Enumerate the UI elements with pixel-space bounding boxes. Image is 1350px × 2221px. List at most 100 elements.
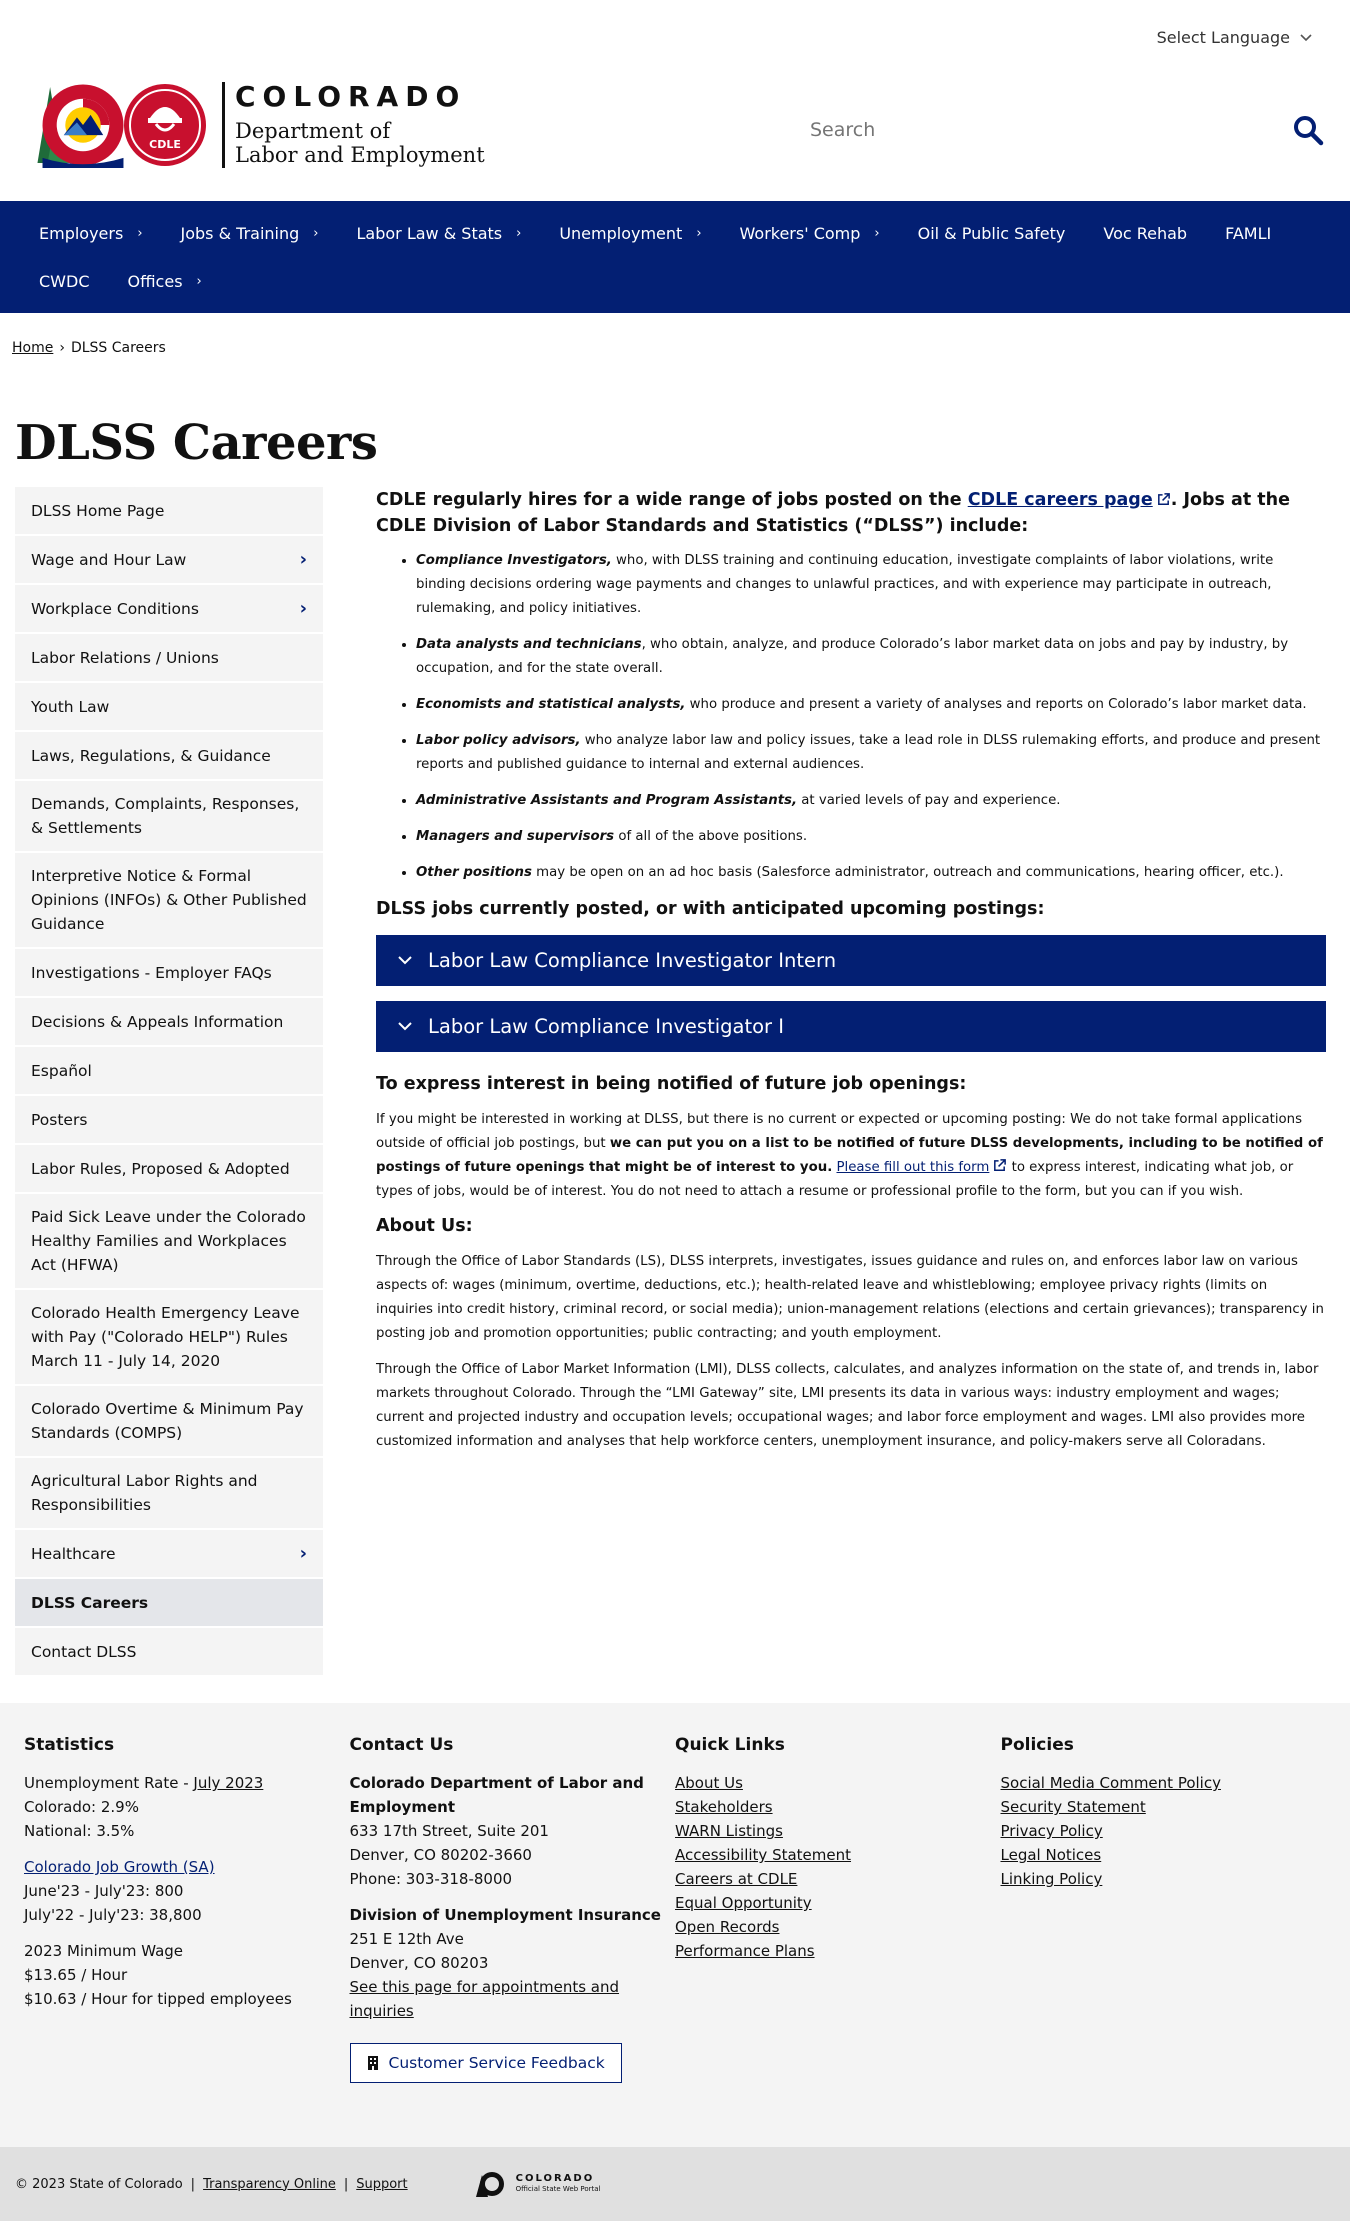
interest-form-link[interactable]: Please fill out this form <box>837 1159 1008 1175</box>
about-paragraph-1: Through the Office of Labor Standards (L… <box>376 1254 1324 1341</box>
quick-link-performance-plans[interactable]: Performance Plans <box>675 1942 815 1960</box>
nav-item-oil-public-safety[interactable]: Oil & Public Safety <box>899 209 1085 257</box>
division-addr1: 251 E 12th Ave <box>349 1930 464 1948</box>
chevron-right-icon[interactable]: › <box>300 1542 307 1566</box>
sidebar-item-label: Wage and Hour Law <box>31 550 187 569</box>
building-icon <box>367 2056 378 2070</box>
chevron-right-icon[interactable]: › <box>300 548 307 572</box>
sidebar-item-espa-ol[interactable]: Español <box>15 1047 323 1096</box>
customer-feedback-button[interactable]: Customer Service Feedback <box>349 2043 622 2083</box>
sidebar-item-demands-complaints-responses-settlements[interactable]: Demands, Complaints, Responses, & Settle… <box>15 781 323 853</box>
footer-statistics-heading: Statistics <box>24 1735 115 1755</box>
sidebar-item-healthcare[interactable]: Healthcare › <box>15 1530 323 1579</box>
sidebar-item-label: Paid Sick Leave under the Colorado Healt… <box>31 1208 306 1274</box>
job-growth-1: June'23 - July'23: 800 <box>24 1882 184 1900</box>
policy-link-legal-notices[interactable]: Legal Notices <box>1001 1846 1102 1864</box>
quick-link-accessibility-statement[interactable]: Accessibility Statement <box>675 1846 851 1864</box>
state-portal-logo[interactable]: COLORADO Official State Web Portal <box>475 2171 601 2197</box>
sidebar-item-agricultural-labor-rights-and-responsibi[interactable]: Agricultural Labor Rights and Responsibi… <box>15 1458 323 1530</box>
job-type-title: Economists and statistical analysts, <box>416 697 686 712</box>
quick-link-about-us[interactable]: About Us <box>675 1774 743 1792</box>
sidebar-item-label: Colorado Overtime & Minimum Pay Standard… <box>31 1400 304 1442</box>
sidebar-item-interpretive-notice-formal-opinions-info[interactable]: Interpretive Notice & Formal Opinions (I… <box>15 853 323 949</box>
nav-item-label: Unemployment <box>559 223 683 243</box>
nav-item-offices[interactable]: Offices › <box>108 257 220 305</box>
logo-dept-line1: Department of <box>235 119 391 144</box>
quick-links-list: About Us Stakeholders WARN Listings Accessi… <box>675 1771 1001 1963</box>
sidebar-item-youth-law[interactable]: Youth Law <box>15 683 323 732</box>
sidebar-item-laws-regulations-guidance[interactable]: Laws, Regulations, & Guidance <box>15 732 323 781</box>
min-wage-2: $10.63 / Hour for tipped employees <box>24 1990 292 2008</box>
nav-item-famli[interactable]: FAMLI <box>1206 209 1290 257</box>
cdle-careers-link[interactable]: CDLE careers page <box>968 490 1171 510</box>
sidebar-item-investigations-employer-faqs[interactable]: Investigations - Employer FAQs <box>15 949 323 998</box>
sidebar-item-decisions-appeals-information[interactable]: Decisions & Appeals Information <box>15 998 323 1047</box>
sidebar-item-label: Labor Rules, Proposed & Adopted <box>31 1159 290 1178</box>
nav-item-labor-law-stats[interactable]: Labor Law & Stats › <box>338 209 541 257</box>
breadcrumb: Home › DLSS Careers <box>0 313 1350 369</box>
logo-state: COLORADO <box>235 80 467 114</box>
appointments-link[interactable]: See this page for appointments and inqui… <box>350 1978 620 2020</box>
sidebar-item-workplace-conditions[interactable]: Workplace Conditions › <box>15 585 323 634</box>
sidebar-item-wage-and-hour-law[interactable]: Wage and Hour Law › <box>15 536 323 585</box>
colorado-flag-logo-icon <box>37 84 124 168</box>
nav-item-workers-comp[interactable]: Workers' Comp › <box>721 209 899 257</box>
footer-policies: Policies Social Media Comment Policy Secu… <box>1001 1733 1327 2083</box>
chevron-right-icon[interactable]: › <box>300 597 307 621</box>
sidebar-item-labor-rules-proposed-adopted[interactable]: Labor Rules, Proposed & Adopted <box>15 1145 323 1194</box>
policy-link-privacy-policy[interactable]: Privacy Policy <box>1001 1822 1103 1840</box>
sidebar-item-labor-relations-unions[interactable]: Labor Relations / Unions <box>15 634 323 683</box>
job-type-desc: may be open on an ad hoc basis (Salesfor… <box>531 865 1284 880</box>
policy-link-security-statement[interactable]: Security Statement <box>1001 1798 1146 1816</box>
sidebar-item-label: Español <box>31 1061 92 1080</box>
search-input[interactable] <box>810 119 1292 141</box>
policy-link-social-media-comment-policy[interactable]: Social Media Comment Policy <box>1001 1774 1221 1792</box>
cdle-logo[interactable]: CDLE COLORADO Department of Labor and Em… <box>30 82 485 168</box>
sidebar-item-paid-sick-leave-under-the-colorado-healt[interactable]: Paid Sick Leave under the Colorado Healt… <box>15 1194 323 1290</box>
sidebar-item-label: Laws, Regulations, & Guidance <box>31 746 271 765</box>
page-title: DLSS Careers <box>15 415 378 471</box>
sidebar-item-dlss-careers[interactable]: DLSS Careers <box>15 1579 323 1628</box>
sidebar-item-posters[interactable]: Posters <box>15 1096 323 1145</box>
sidebar-item-colorado-health-emergency-leave-with-pay[interactable]: Colorado Health Emergency Leave with Pay… <box>15 1290 323 1386</box>
nav-item-cwdc[interactable]: CWDC <box>20 257 108 305</box>
accordion-labor-law-compliance-investigator-i[interactable]: Labor Law Compliance Investigator I <box>376 1001 1326 1052</box>
contact-phone: Phone: 303-318-8000 <box>349 1870 513 1888</box>
quick-link-warn-listings[interactable]: WARN Listings <box>675 1822 783 1840</box>
nav-item-voc-rehab[interactable]: Voc Rehab <box>1084 209 1206 257</box>
nav-item-label: Workers' Comp <box>739 223 861 243</box>
site-footer: Statistics Unemployment Rate - July 2023… <box>0 1703 1350 2147</box>
job-type-item: Labor policy advisors, who analyze labor… <box>416 729 1326 777</box>
colorado-rate: Colorado: 2.9% <box>24 1798 139 1816</box>
accordion-label: Labor Law Compliance Investigator Intern <box>428 948 837 972</box>
colorado-portal-icon <box>475 2172 504 2197</box>
nav-item-label: CWDC <box>39 271 90 291</box>
sidebar-item-colorado-overtime-minimum-pay-standards-[interactable]: Colorado Overtime & Minimum Pay Standard… <box>15 1386 323 1458</box>
unemployment-month-link[interactable]: July 2023 <box>193 1774 263 1792</box>
transparency-link[interactable]: Transparency Online <box>203 2177 336 2192</box>
chevron-down-icon <box>398 956 412 965</box>
quick-link-stakeholders[interactable]: Stakeholders <box>675 1798 773 1816</box>
support-link[interactable]: Support <box>356 2177 407 2192</box>
quick-link-equal-opportunity[interactable]: Equal Opportunity <box>675 1894 812 1912</box>
quick-link-open-records[interactable]: Open Records <box>675 1918 779 1936</box>
interest-paragraph: If you might be interested in working at… <box>376 1108 1326 1204</box>
quick-link-careers-at-cdle[interactable]: Careers at CDLE <box>675 1870 797 1888</box>
policy-link-linking-policy[interactable]: Linking Policy <box>1001 1870 1103 1888</box>
nav-item-unemployment[interactable]: Unemployment › <box>540 209 720 257</box>
chevron-right-icon: › <box>137 225 143 241</box>
search-icon[interactable] <box>1292 114 1324 146</box>
accordion-labor-law-compliance-investigator-intern[interactable]: Labor Law Compliance Investigator Intern <box>376 935 1326 986</box>
sidebar-item-label: DLSS Home Page <box>31 501 165 520</box>
sidebar-item-contact-dlss[interactable]: Contact DLSS <box>15 1628 323 1677</box>
sidebar-item-dlss-home-page[interactable]: DLSS Home Page <box>15 487 323 536</box>
nav-item-jobs-training[interactable]: Jobs & Training › <box>162 209 338 257</box>
sidebar-item-label: Workplace Conditions <box>31 599 199 618</box>
job-growth-link[interactable]: Colorado Job Growth (SA) <box>24 1858 215 1876</box>
language-selector[interactable]: Select Language <box>1157 28 1312 47</box>
job-growth-2: July'22 - July'23: 38,800 <box>24 1906 202 1924</box>
nav-item-employers[interactable]: Employers › <box>20 209 162 257</box>
job-type-title: Compliance Investigators, <box>416 553 612 568</box>
breadcrumb-home[interactable]: Home <box>12 340 53 356</box>
intro-paragraph: CDLE regularly hires for a wide range of… <box>376 487 1326 539</box>
